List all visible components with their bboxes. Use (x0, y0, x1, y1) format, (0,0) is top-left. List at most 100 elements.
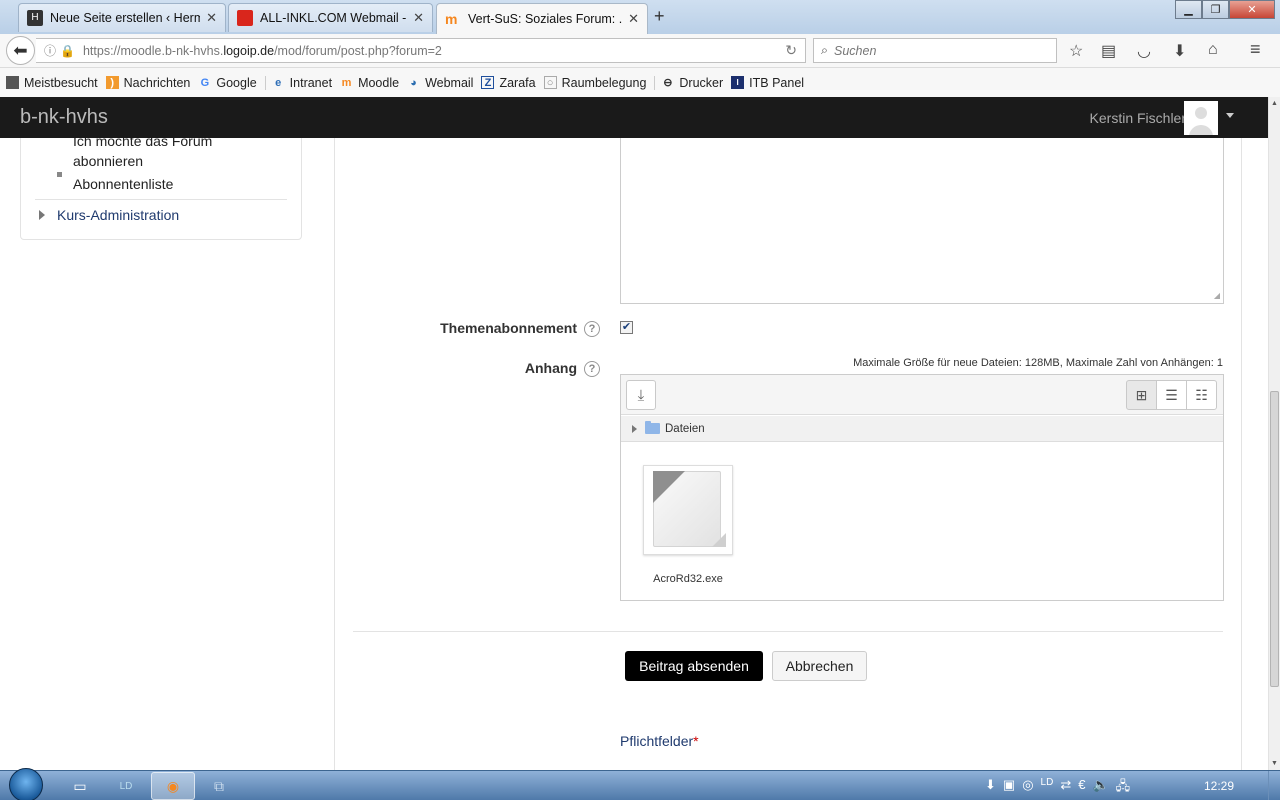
scroll-down-icon[interactable]: ▼ (1271, 760, 1278, 767)
bookmark-nachrichten[interactable]: ) Nachrichten (105, 76, 190, 90)
explorer-icon[interactable]: ▭ (58, 772, 102, 800)
update-icon[interactable]: ⬇ (985, 777, 996, 799)
help-icon[interactable]: ? (584, 321, 600, 337)
bookmark-raumbelegung[interactable]: ○ Raumbelegung (543, 76, 646, 90)
bookmark-star-icon[interactable]: ☆ (1069, 41, 1083, 61)
network-icon[interactable]: 🖧 (1116, 777, 1131, 799)
network-tray-icon[interactable]: ⇄ (1060, 777, 1071, 799)
search-placeholder: Suchen (834, 43, 877, 58)
bookmark-moodle[interactable]: m Moodle (340, 76, 399, 90)
system-tray: ⬇ ▣ ◎ LD ⇄ € 🔈 🖧 (985, 777, 1130, 799)
bookmarks-toolbar: Meistbesucht ) Nachrichten G Google e Intra… (0, 68, 1280, 97)
close-tab-icon[interactable]: ✕ (628, 11, 639, 27)
maximize-button[interactable]: ❐ (1202, 0, 1229, 19)
url-text: https://moodle.b-nk-hvhs.logoip.de/mod/f… (82, 43, 442, 58)
app-tray-icon[interactable]: ◎ (1022, 777, 1033, 799)
scroll-up-icon[interactable]: ▲ (1271, 100, 1278, 107)
bookmark-itb-panel[interactable]: I ITB Panel (731, 76, 804, 90)
expand-triangle-icon (39, 210, 45, 220)
moodle-icon: m (445, 11, 458, 27)
start-button[interactable] (9, 768, 43, 800)
moodle-header: b-nk-hvhs Kerstin Fischler (0, 97, 1268, 138)
subscription-label: Themenabonnement (440, 320, 577, 336)
minimize-button[interactable]: ▁ (1175, 0, 1202, 19)
user-menu-chevron-down-icon[interactable] (1226, 113, 1234, 118)
tab-title: Neue Seite erstellen ‹ Herm... (50, 11, 201, 25)
bookmark-meistbesucht[interactable]: Meistbesucht (6, 76, 98, 90)
home-icon[interactable]: ⌂ (1208, 41, 1218, 59)
firefox-icon[interactable]: ◉ (151, 772, 195, 800)
file-manager: ⤓ ⊞ ☰ ☷ Dateien AcroRd32.exe (620, 374, 1224, 601)
attachment-label: Anhang (524, 360, 577, 376)
webmail-icon (237, 10, 253, 26)
pocket-icon[interactable]: ◡ (1137, 41, 1151, 61)
page-scrollbar[interactable]: ▲ ▼ (1268, 97, 1280, 770)
volume-icon[interactable]: 🔈 (1092, 777, 1108, 799)
cancel-button[interactable]: Abbrechen (772, 651, 867, 681)
list-view-button[interactable]: ☰ (1156, 380, 1187, 410)
tab-title: Vert-SuS: Soziales Forum: ... (468, 12, 623, 26)
folder-name: Dateien (665, 422, 705, 435)
file-thumbnail[interactable] (643, 465, 733, 555)
new-tab-button[interactable]: + (654, 6, 665, 27)
edge-icon: e (275, 76, 282, 89)
close-window-button[interactable]: ✕ (1229, 0, 1275, 19)
bookmark-drucker[interactable]: ⊖ Drucker (654, 75, 723, 90)
scrollbar-thumb[interactable] (1270, 391, 1279, 687)
sidebar-item-abonnentenliste[interactable]: Abonnentenliste (57, 172, 253, 194)
navigation-bar: ⬅ ⓘ 🔒 https://moodle.b-nk-hvhs.logoip.de… (0, 34, 1280, 68)
site-brand[interactable]: b-nk-hvhs (20, 106, 108, 129)
reading-list-icon[interactable]: ▤ (1101, 41, 1116, 61)
subscription-checkbox[interactable]: ✔ (620, 321, 633, 334)
expand-triangle-icon (632, 424, 637, 433)
reload-icon[interactable]: ↻ (785, 42, 797, 59)
close-tab-icon[interactable]: ✕ (413, 10, 424, 26)
file-manager-toolbar: ⤓ ⊞ ☰ ☷ (621, 375, 1223, 415)
back-button[interactable]: ⬅ (6, 36, 35, 65)
bookmark-intranet[interactable]: e Intranet (264, 75, 332, 90)
file-name[interactable]: AcroRd32.exe (643, 573, 733, 585)
resize-grip-icon[interactable]: ◢ (1214, 291, 1220, 300)
screen: H Neue Seite erstellen ‹ Herm... ✕ ALL-I… (0, 0, 1280, 800)
downloads-icon[interactable]: ⬇ (1173, 41, 1186, 61)
divider (35, 199, 287, 200)
message-textarea[interactable]: ◢ (620, 138, 1224, 304)
wordpress-page-icon: H (27, 10, 43, 26)
tab-neue-seite[interactable]: H Neue Seite erstellen ‹ Herm... ✕ (18, 3, 226, 32)
menu-icon[interactable]: ≡ (1250, 39, 1261, 60)
help-icon[interactable]: ? (584, 361, 600, 377)
lock-warning-icon: 🔒 (60, 43, 75, 58)
moodle-icon: m (341, 76, 352, 89)
tab-vert-sus-forum[interactable]: m Vert-SuS: Soziales Forum: ... ✕ (436, 3, 648, 34)
monitor-icon[interactable]: ▣ (1003, 777, 1015, 799)
show-desktop-button[interactable] (1268, 771, 1280, 800)
icon-view-button[interactable]: ⊞ (1126, 380, 1157, 410)
google-icon: G (200, 76, 210, 89)
tab-title: ALL-INKL.COM Webmail - ... (260, 11, 408, 25)
info-icon[interactable]: ⓘ (44, 42, 56, 59)
close-tab-icon[interactable]: ✕ (206, 10, 217, 26)
ld-tray-icon[interactable]: LD (1041, 777, 1054, 799)
pinned-app-icon[interactable]: LD (104, 772, 148, 800)
tree-view-button[interactable]: ☷ (1186, 380, 1217, 410)
sidebar-item-abonnieren[interactable]: Ich möchte das Forum abonnieren (73, 138, 253, 171)
page-content: Ich möchte das Forum abonnieren Abonnent… (0, 138, 1268, 770)
globe-icon: ◕ (410, 76, 417, 89)
submit-post-button[interactable]: Beitrag absenden (625, 651, 763, 681)
tab-all-inkl-webmail[interactable]: ALL-INKL.COM Webmail - ... ✕ (228, 3, 433, 32)
download-icon[interactable]: ⤓ (626, 380, 656, 410)
bullet-icon (57, 172, 62, 177)
currency-icon[interactable]: € (1078, 777, 1085, 799)
bookmark-google[interactable]: G Google (198, 76, 257, 90)
search-bar[interactable]: ⌕ Suchen (813, 38, 1057, 63)
bookmark-zarafa[interactable]: Z Zarafa (481, 76, 536, 90)
clock[interactable]: 12:29 (1204, 779, 1234, 793)
user-name[interactable]: Kerstin Fischler (1090, 110, 1186, 126)
avatar[interactable] (1184, 101, 1218, 135)
url-bar[interactable]: ⓘ 🔒 https://moodle.b-nk-hvhs.logoip.de/m… (36, 38, 806, 63)
bookmark-webmail[interactable]: ◕ Webmail (407, 76, 473, 90)
course-administration-link[interactable]: Kurs-Administration (39, 207, 179, 223)
zarafa-icon: Z (481, 76, 495, 89)
file-path-bar[interactable]: Dateien (621, 416, 1223, 442)
remote-desktop-icon[interactable]: ⧉ (197, 772, 241, 800)
